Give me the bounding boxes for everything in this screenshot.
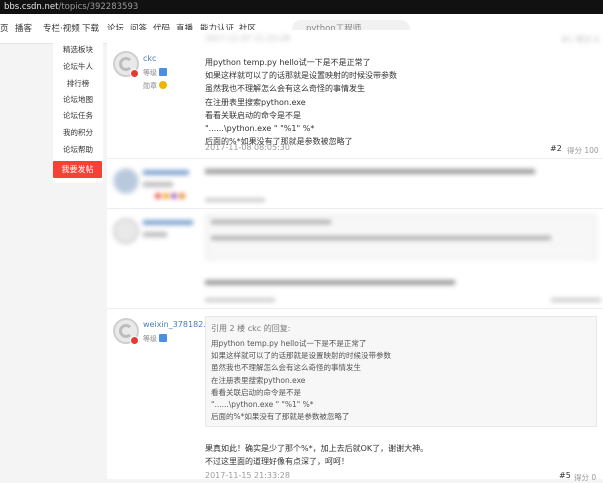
quote-line: 虽然我也不理解怎么会有这么奇怪的事情发生 — [211, 363, 361, 373]
post-blurred-4 — [107, 208, 603, 308]
sidebar-item-points[interactable]: 我的积分 — [53, 127, 103, 139]
quote-title: 引用 2 楼 ckc 的回复: — [211, 324, 291, 333]
level-label: 等级 — [143, 69, 157, 77]
sidebar-item-experts[interactable]: 论坛牛人 — [53, 61, 103, 73]
level-label: 等级 — [143, 335, 157, 343]
sidebar-item-ranking[interactable]: 排行榜 — [53, 78, 103, 90]
user-badge-icon — [130, 69, 139, 78]
level-icon — [159, 68, 167, 76]
prev-post-floor: #1 得分 0 — [561, 35, 599, 44]
username-blur — [143, 220, 193, 225]
reply-line: 果真如此！确实是少了那个%*，加上去后就OK了，谢谢大神。 — [205, 444, 429, 453]
post-line: 用python temp.py hello试一下是不是正常了 — [205, 58, 371, 67]
reply-line: 不过这里面的道理好像有点深了，呵呵！ — [205, 457, 349, 466]
timestamp-blur — [205, 298, 275, 302]
floor-blur — [551, 298, 601, 302]
quote-body: 用python temp.py hello试一下是不是正常了 如果这样就可以了的… — [211, 338, 391, 423]
medal-icon — [155, 193, 161, 199]
post-floor[interactable]: #2 — [550, 144, 562, 153]
medal-icon — [163, 193, 169, 199]
quote-line: 如果这样就可以了的话那就是设置映射的时候没带参数 — [211, 351, 391, 361]
post-username[interactable]: weixin_378182... — [143, 320, 211, 329]
body-blur — [205, 169, 535, 174]
quote-line: 看看关联启动的命令是不是 — [211, 387, 301, 397]
avatar[interactable] — [113, 318, 139, 345]
quote-title-blur — [211, 220, 331, 224]
post-score: 得分 0 — [574, 473, 597, 482]
reply-blur — [205, 280, 455, 285]
timestamp-blur — [205, 198, 265, 202]
post-line: 在注册表里搜索python.exe — [205, 97, 306, 107]
level-blur — [143, 232, 167, 237]
medal-label: 勋章 — [143, 82, 157, 90]
avatar[interactable] — [113, 168, 139, 194]
post-body: 用python temp.py hello试一下是不是正常了 如果这样就可以了的… — [205, 56, 397, 148]
quote-line-blur — [211, 236, 551, 240]
sidebar-item-map[interactable]: 论坛地图 — [53, 94, 103, 106]
medal-icon — [159, 81, 167, 89]
post-blurred-3 — [107, 158, 603, 208]
post-line: 看看关联启动的命令是不是 — [205, 110, 301, 120]
post-line: 如果这样就可以了的话那就是设置映射的时候没带参数 — [205, 71, 397, 81]
level-icon — [159, 334, 167, 342]
post-divider — [107, 308, 603, 309]
sidebar-item-featured[interactable]: 精选板块 — [53, 44, 103, 56]
post-line: 虽然我也不理解怎么会有这么奇怪的事情发生 — [205, 84, 365, 94]
thread-panel: 2017-11-07 21:33:28 #1 得分 0 ckc 等级 勋章 用p… — [107, 30, 603, 482]
quote-line: 在注册表里搜索python.exe — [211, 375, 306, 385]
url-domain: bbs.csdn.net — [4, 2, 59, 12]
sidebar-item-tasks[interactable]: 论坛任务 — [53, 110, 103, 122]
url-path: /topics/392283593 — [58, 2, 139, 12]
level-blur — [143, 182, 173, 187]
address-bar[interactable]: bbs.csdn.net/topics/392283593 — [0, 0, 603, 14]
quote-line: "......\python.exe " "%1" %* — [211, 400, 314, 410]
medal-icon — [179, 193, 185, 199]
post-username[interactable]: ckc — [143, 54, 156, 63]
username-blur — [143, 170, 189, 175]
prev-post-meta: 2017-11-07 21:33:28 — [205, 34, 290, 43]
reply-body: 果真如此！确实是少了那个%*，加上去后就OK了，谢谢大神。 不过这里面的道理好像… — [205, 442, 428, 468]
post-timestamp: 2017-11-08 08:05:30 — [205, 143, 290, 152]
quote-line: 后面的%*如果没有了那就是参数被忽略了 — [211, 412, 350, 422]
avatar[interactable] — [113, 218, 139, 244]
nav-item-home[interactable]: 页 — [0, 14, 9, 44]
user-badge-icon — [130, 336, 139, 345]
quote-line: 用python temp.py hello试一下是不是正常了 — [211, 339, 367, 348]
medal-icon — [171, 193, 177, 199]
post-score: 得分 100 — [567, 146, 599, 155]
nav-item-column-video[interactable]: 专栏·视频 — [43, 14, 80, 44]
avatar[interactable] — [113, 51, 139, 78]
post-line: "......\python.exe " "%1" %* — [205, 124, 315, 134]
sidebar-item-help[interactable]: 论坛帮助 — [53, 144, 103, 156]
nav-item-podcast[interactable]: 播客 — [15, 14, 32, 44]
new-post-button[interactable]: 我要发帖 — [53, 161, 102, 178]
nav-item-download[interactable]: 下载 — [82, 14, 99, 44]
